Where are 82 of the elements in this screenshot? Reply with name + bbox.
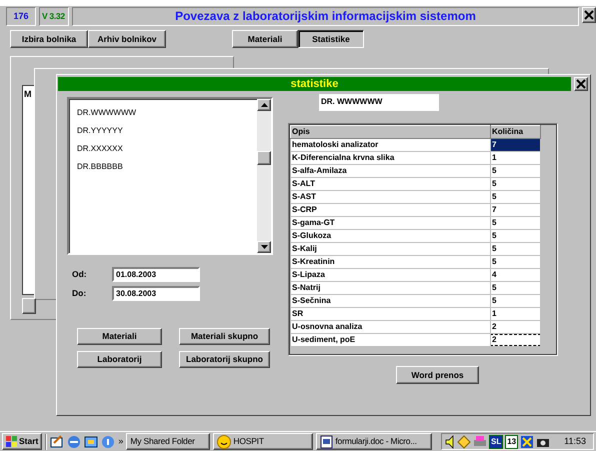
scroll-up-button[interactable]: [257, 99, 271, 111]
table-cell-text: 5: [491, 230, 498, 242]
table-cell: hematoloski analizator: [290, 138, 490, 152]
cross-icon: [520, 434, 534, 448]
document-icon: [320, 434, 334, 448]
action-button[interactable]: Laboratorij: [77, 351, 162, 368]
more-button[interactable]: »: [118, 434, 124, 448]
scroll-down-button[interactable]: [257, 241, 271, 253]
scroll-thumb[interactable]: [257, 151, 271, 165]
windows-logo-icon: [6, 436, 17, 447]
button[interactable]: [22, 298, 36, 314]
down-arrow-icon: [260, 245, 268, 249]
taskbar-button[interactable]: My Shared Folder: [126, 433, 210, 450]
list-item: M: [24, 88, 32, 101]
doctor-field: DR. WWWWWW: [319, 94, 439, 111]
list-item[interactable]: DR.YYYYYY: [77, 123, 123, 139]
table-cell: S-Natrij: [290, 281, 490, 294]
action-button[interactable]: Laboratorij skupno: [179, 351, 270, 368]
table-cell: U-osnovna analiza: [290, 320, 490, 334]
taskbar-button[interactable]: HOSPIT: [213, 433, 314, 450]
table-cell-text: 4: [491, 268, 498, 281]
table-cell: S-alfa-Amilaza: [290, 164, 490, 178]
table-cell: S-AST: [290, 190, 490, 204]
list-item[interactable]: DR.XXXXXX: [77, 141, 123, 157]
table-cell: U-sediment, poE: [290, 333, 490, 346]
table-cell: 2: [490, 334, 541, 346]
table-cell-text: 2: [491, 320, 498, 333]
tab[interactable]: Materiali: [232, 30, 298, 48]
close-button[interactable]: [582, 7, 596, 23]
table-cell-text: 5: [491, 216, 498, 229]
list-item[interactable]: DR.BBBBBB: [77, 159, 123, 175]
export-button[interactable]: Word prenos: [396, 366, 479, 384]
taskbar-button[interactable]: formularji.doc - Micro...: [316, 433, 432, 450]
toolbar-button[interactable]: Izbira bolnika: [10, 30, 88, 48]
table-cell-text: 5: [491, 164, 498, 177]
tray-icon[interactable]: SL: [489, 434, 504, 448]
table-cell: S-Lipaza: [290, 268, 490, 282]
window-title: Povezava z laboratorijskim informacijskim sistemom: [72, 7, 579, 26]
version-label: V 3.32: [39, 7, 69, 26]
list-item[interactable]: DR.WWWWWW: [77, 105, 136, 121]
table-cell: SR: [290, 307, 490, 320]
close-icon: [575, 78, 587, 90]
field-label: Od:: [71, 268, 88, 281]
table-cell-text: 7: [491, 138, 498, 151]
table-cell-text: 1: [491, 152, 498, 164]
diamond-icon: [457, 434, 471, 448]
table-cell: K-Diferencialna krvna slika: [290, 151, 490, 164]
table-cell-text: 5: [491, 178, 498, 190]
table-cell-text: 5: [491, 256, 498, 268]
action-button[interactable]: Materiali: [77, 328, 162, 345]
tray-icon[interactable]: 13: [505, 434, 518, 448]
table-cell: S-CRP: [290, 203, 490, 216]
clock: 11:53: [564, 434, 586, 448]
column-header: Opis: [290, 126, 490, 138]
table-cell: S-gama-GT: [290, 216, 490, 230]
start-button[interactable]: Start: [2, 433, 42, 450]
table-cell-text: 5: [491, 242, 498, 255]
table-cell-text: 7: [491, 204, 498, 216]
table-cell: S-Glukoza: [290, 229, 490, 242]
tab[interactable]: Statistike: [298, 30, 364, 48]
table-cell: S-ALT: [290, 177, 490, 190]
counter-label: 176: [6, 7, 36, 26]
speaker-icon: [445, 434, 455, 448]
close-button[interactable]: [574, 77, 588, 91]
action-button[interactable]: Materiali skupno: [179, 328, 270, 345]
toolbar-button[interactable]: Arhiv bolnikov: [88, 30, 166, 48]
date-field[interactable]: 30.08.2003: [112, 286, 200, 301]
table-cell-text: 5: [491, 294, 498, 307]
table-cell-text: 5: [491, 282, 498, 294]
table-cell-text: 5: [491, 190, 498, 203]
close-icon: [583, 9, 595, 21]
table-cell: S-Kreatinin: [290, 255, 490, 268]
notepad-icon[interactable]: [50, 434, 64, 448]
dialog-title: statistike: [58, 77, 571, 91]
field-label: Do:: [71, 287, 88, 300]
date-field[interactable]: 01.08.2003: [112, 267, 200, 282]
column-header: Količina: [490, 126, 540, 138]
up-arrow-icon: [260, 103, 268, 107]
table-cell: S-Sečnina: [290, 294, 490, 308]
table-cell: S-Kalij: [290, 242, 490, 256]
table-cell-text: 1: [491, 308, 498, 320]
smiley-icon: [217, 434, 232, 448]
